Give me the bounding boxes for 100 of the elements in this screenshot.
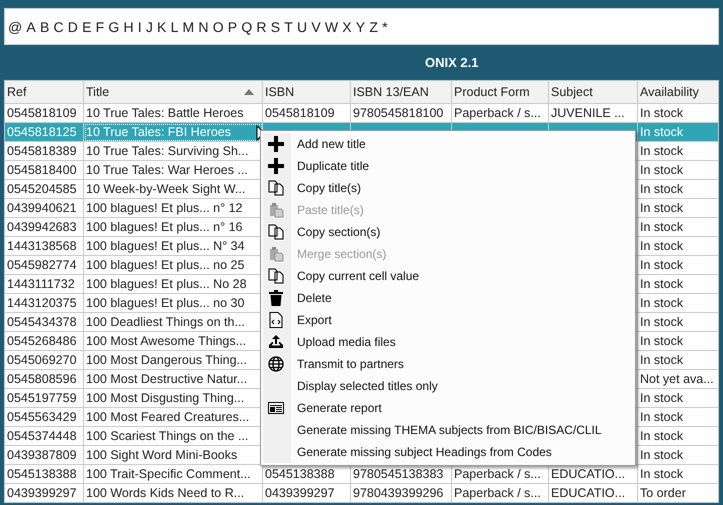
letter-link[interactable]: Q <box>241 18 252 34</box>
letter-link[interactable]: C <box>53 18 64 34</box>
menu-item[interactable]: Copy title(s) <box>261 177 635 199</box>
menu-item[interactable]: Transmit to partners <box>261 353 635 375</box>
column-header[interactable]: Title <box>84 80 262 104</box>
table-cell: In stock <box>640 239 684 253</box>
column-header[interactable]: ISBN <box>262 80 350 104</box>
table-cell: 1443138568 <box>7 239 77 253</box>
table-cell: 0545374448 <box>7 429 77 443</box>
letter-link[interactable]: J <box>146 18 153 34</box>
menu-item[interactable]: Upload media files <box>261 331 635 353</box>
table-cell: 100 Trait-Specific Comment... <box>86 467 251 481</box>
table-cell: 0545818400 <box>7 163 77 177</box>
letter-link[interactable]: X <box>342 18 352 34</box>
table-cell: 0545069270 <box>7 353 77 367</box>
table-cell: In stock <box>640 144 684 158</box>
table-cell: 0545982774 <box>7 258 77 272</box>
copy-icon <box>268 180 284 196</box>
table-cell: 0545818389 <box>7 144 77 158</box>
table-cell: Paperback / s... <box>454 106 541 120</box>
report-icon <box>268 400 284 416</box>
menu-item[interactable]: Export <box>261 309 635 331</box>
letter-link[interactable]: R <box>256 18 267 34</box>
table-cell: EDUCATIO... <box>551 486 626 500</box>
table-cell: 100 Most Feared Creatures... <box>86 410 250 424</box>
table-cell: 0439942683 <box>7 220 77 234</box>
table-cell: 0545808596 <box>7 372 77 386</box>
table-cell: 100 Words Kids Need to R... <box>86 486 244 500</box>
letter-link[interactable]: A <box>26 18 36 34</box>
table-cell: 0545138388 <box>265 467 335 481</box>
table-cell: In stock <box>640 296 684 310</box>
letter-link[interactable]: B <box>40 18 50 34</box>
table-cell: 100 Most Disgusting Thing... <box>86 391 244 405</box>
letter-link[interactable]: P <box>228 18 238 34</box>
table-cell: To order <box>640 486 686 500</box>
letter-link[interactable]: T <box>284 18 293 34</box>
letter-link[interactable]: E <box>82 18 92 34</box>
table-cell: 100 Most Awesome Things... <box>86 334 246 348</box>
column-header[interactable]: ISBN 13/EAN <box>350 80 452 104</box>
table-cell: 100 Most Destructive Natur... <box>86 372 248 386</box>
table-cell: 1443111732 <box>7 277 75 291</box>
menu-item[interactable]: Duplicate title <box>261 155 635 177</box>
table-cell: In stock <box>640 391 684 405</box>
table-cell: 0545818125 <box>7 125 77 139</box>
table-cell: In stock <box>640 334 684 348</box>
table-cell: EDUCATIO... <box>551 467 626 481</box>
letter-link[interactable]: Y <box>356 18 366 34</box>
letter-link[interactable]: V <box>311 18 321 34</box>
letter-link[interactable]: L <box>170 18 178 34</box>
upload-icon <box>268 334 284 350</box>
table-cell: 100 blagues! Et plus... no 25 <box>86 258 244 272</box>
trash-icon <box>268 290 284 306</box>
letter-link[interactable]: @ <box>8 18 22 34</box>
column-header[interactable]: Ref <box>4 80 84 104</box>
table-cell: 100 Most Dangerous Thing... <box>86 353 247 367</box>
table-row[interactable]: 0439399297 100 Words Kids Need to R... 0439399297 9780439399296 Paperback / s... EDUCATIO... To order <box>4 484 718 502</box>
table-cell: In stock <box>640 315 684 329</box>
letter-link[interactable]: * <box>382 18 388 34</box>
letter-link[interactable]: I <box>138 18 142 34</box>
letter-link[interactable]: D <box>68 18 78 34</box>
column-header[interactable]: Availability <box>638 80 718 104</box>
table-cell: 0439387809 <box>7 448 77 462</box>
column-header[interactable]: Subject <box>548 80 638 104</box>
letter-link[interactable]: W <box>324 18 338 34</box>
paste-icon <box>268 246 284 262</box>
table-cell: 0545138388 <box>7 467 77 481</box>
column-header[interactable]: Product Form <box>452 80 548 104</box>
table-cell: JUVENILE ... <box>551 106 625 120</box>
table-cell: 0545268486 <box>7 334 77 348</box>
table-cell: 0545197759 <box>7 391 77 405</box>
letter-link[interactable]: U <box>297 18 308 34</box>
menu-item[interactable]: Generate missing THEMA subjects from BIC/BISAC/CLIL <box>261 419 635 441</box>
letter-link[interactable]: N <box>198 18 209 34</box>
table-cell: 1443120375 <box>7 296 77 310</box>
letter-link[interactable]: S <box>270 18 280 34</box>
letter-link[interactable]: O <box>212 18 224 34</box>
globe-icon <box>268 356 284 372</box>
table-cell: In stock <box>640 467 684 481</box>
table-cell: Paperback / s... <box>454 486 541 500</box>
grid-title: ONIX 2.1 <box>425 55 478 70</box>
table-cell: In stock <box>640 429 684 443</box>
table-cell: 0439399297 <box>7 486 77 500</box>
letter-link[interactable]: M <box>182 18 194 34</box>
letter-link[interactable]: Z <box>369 18 378 34</box>
letter-link[interactable]: F <box>96 18 104 34</box>
table-cell: 10 Week-by-Week Sight W... <box>86 182 246 196</box>
table-cell: 100 Sight Word Mini-Books <box>86 448 238 462</box>
table-cell: In stock <box>640 106 684 120</box>
table-cell: 9780439399296 <box>353 486 444 500</box>
table-cell: 100 blagues! Et plus... N° 34 <box>86 239 245 253</box>
copy-icon <box>268 268 284 284</box>
menu-item[interactable]: Delete <box>261 287 635 309</box>
letter-link[interactable]: H <box>123 18 134 34</box>
table-cell: 10 True Tales: FBI Heroes <box>86 125 231 139</box>
letter-link[interactable]: K <box>157 18 166 34</box>
paste-icon <box>268 202 284 218</box>
letter-link[interactable]: G <box>108 18 120 34</box>
plus-icon <box>268 158 284 174</box>
table-cell: 9780545138383 <box>353 467 444 481</box>
menu-item[interactable]: Copy section(s) <box>261 221 635 243</box>
